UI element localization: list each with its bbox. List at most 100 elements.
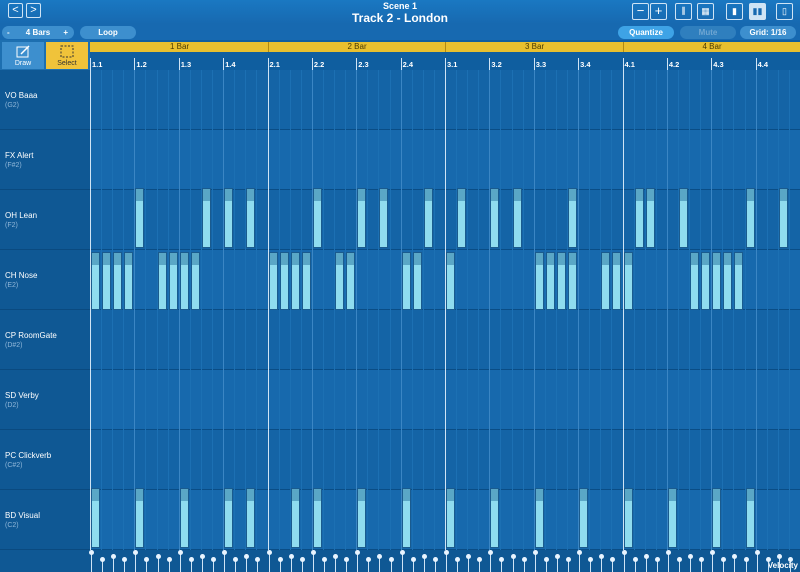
- velocity-handle[interactable]: [776, 554, 782, 559]
- note-block[interactable]: [712, 488, 722, 548]
- velocity-handle[interactable]: [333, 554, 339, 559]
- velocity-handle[interactable]: [421, 554, 427, 559]
- wide-view-icon[interactable]: ▯: [776, 3, 793, 20]
- note-block[interactable]: [701, 252, 711, 310]
- note-block[interactable]: [102, 252, 112, 310]
- velocity-handle[interactable]: [787, 557, 793, 562]
- note-block[interactable]: [556, 252, 566, 310]
- note-block[interactable]: [734, 252, 744, 310]
- velocity-handle[interactable]: [643, 554, 649, 559]
- velocity-handle[interactable]: [199, 554, 205, 559]
- mixer-icon[interactable]: ⫼: [675, 3, 692, 20]
- note-block[interactable]: [201, 188, 211, 248]
- velocity-handle[interactable]: [688, 554, 694, 559]
- velocity-handle[interactable]: [177, 550, 183, 555]
- note-block[interactable]: [224, 488, 234, 548]
- velocity-handle[interactable]: [277, 557, 283, 562]
- velocity-handle[interactable]: [610, 557, 616, 562]
- note-block[interactable]: [423, 188, 433, 248]
- note-block[interactable]: [346, 252, 356, 310]
- note-block[interactable]: [690, 252, 700, 310]
- zoom-in-icon[interactable]: +: [650, 3, 667, 20]
- note-block[interactable]: [778, 188, 788, 248]
- note-block[interactable]: [246, 188, 256, 248]
- velocity-handle[interactable]: [355, 550, 361, 555]
- velocity-handle[interactable]: [255, 557, 261, 562]
- note-block[interactable]: [412, 252, 422, 310]
- velocity-handle[interactable]: [466, 554, 472, 559]
- velocity-lane[interactable]: Velocity: [0, 550, 800, 572]
- note-block[interactable]: [512, 188, 522, 248]
- note-block[interactable]: [312, 188, 322, 248]
- note-block[interactable]: [290, 488, 300, 548]
- note-block[interactable]: [723, 252, 733, 310]
- note-block[interactable]: [446, 252, 455, 310]
- note-block[interactable]: [179, 252, 189, 310]
- note-block[interactable]: [179, 488, 189, 548]
- velocity-handle[interactable]: [588, 557, 594, 562]
- velocity-handle[interactable]: [710, 550, 716, 555]
- note-block[interactable]: [91, 488, 100, 548]
- velocity-handle[interactable]: [477, 557, 483, 562]
- lane-label[interactable]: FX Alert (F#2): [0, 130, 90, 190]
- velocity-handle[interactable]: [676, 557, 682, 562]
- mute-button[interactable]: Mute: [680, 26, 736, 39]
- note-block[interactable]: [290, 252, 300, 310]
- note-block[interactable]: [745, 488, 755, 548]
- velocity-handle[interactable]: [399, 550, 405, 555]
- note-block[interactable]: [667, 488, 677, 548]
- lane-label[interactable]: VO Baaa (G2): [0, 70, 90, 130]
- draw-tool-button[interactable]: Draw: [2, 42, 44, 69]
- bars-stepper[interactable]: - 4 Bars +: [2, 26, 74, 39]
- velocity-handle[interactable]: [211, 557, 217, 562]
- note-block[interactable]: [534, 252, 544, 310]
- note-block[interactable]: [634, 188, 644, 248]
- velocity-handle[interactable]: [244, 554, 250, 559]
- velocity-handle[interactable]: [721, 557, 727, 562]
- note-block[interactable]: [623, 488, 633, 548]
- single-view-icon[interactable]: ▮: [726, 3, 743, 20]
- note-block[interactable]: [268, 252, 278, 310]
- note-block[interactable]: [545, 252, 555, 310]
- velocity-handle[interactable]: [488, 550, 494, 555]
- lane-label[interactable]: OH Lean (F2): [0, 190, 90, 250]
- velocity-handle[interactable]: [432, 557, 438, 562]
- quantize-button[interactable]: Quantize: [618, 26, 674, 39]
- lane-label[interactable]: CH Nose (E2): [0, 250, 90, 310]
- velocity-handle[interactable]: [521, 557, 527, 562]
- velocity-handle[interactable]: [144, 557, 150, 562]
- note-block[interactable]: [401, 252, 411, 310]
- velocity-handle[interactable]: [310, 550, 316, 555]
- note-block[interactable]: [379, 188, 389, 248]
- velocity-handle[interactable]: [444, 550, 449, 555]
- note-block[interactable]: [579, 488, 589, 548]
- velocity-handle[interactable]: [155, 554, 161, 559]
- note-block[interactable]: [113, 252, 123, 310]
- lane-label[interactable]: SD Verby (D2): [0, 370, 90, 430]
- velocity-handle[interactable]: [665, 550, 671, 555]
- note-block[interactable]: [312, 488, 322, 548]
- velocity-handle[interactable]: [577, 550, 583, 555]
- velocity-handle[interactable]: [732, 554, 738, 559]
- note-block[interactable]: [157, 252, 167, 310]
- velocity-handle[interactable]: [621, 550, 627, 555]
- note-block[interactable]: [712, 252, 722, 310]
- velocity-handle[interactable]: [133, 550, 139, 555]
- velocity-handle[interactable]: [299, 557, 305, 562]
- note-block[interactable]: [91, 252, 100, 310]
- velocity-handle[interactable]: [100, 557, 106, 562]
- note-block[interactable]: [135, 188, 145, 248]
- note-block[interactable]: [678, 188, 688, 248]
- bars-minus-button[interactable]: -: [7, 26, 10, 39]
- velocity-handle[interactable]: [111, 554, 117, 559]
- note-block[interactable]: [401, 488, 411, 548]
- loop-button[interactable]: Loop: [80, 26, 136, 39]
- note-block[interactable]: [490, 188, 500, 248]
- zoom-out-icon[interactable]: −: [632, 3, 649, 20]
- keyboard-icon[interactable]: ▦: [697, 3, 714, 20]
- velocity-handle[interactable]: [632, 557, 638, 562]
- velocity-handle[interactable]: [233, 557, 239, 562]
- note-block[interactable]: [534, 488, 544, 548]
- lane-label[interactable]: PC Clickverb (C#2): [0, 430, 90, 490]
- velocity-handle[interactable]: [754, 550, 760, 555]
